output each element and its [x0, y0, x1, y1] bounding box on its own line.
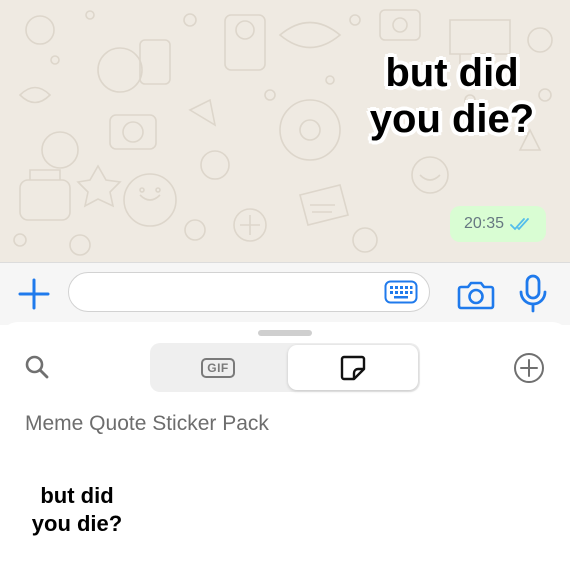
sticker-item-line: but did	[40, 483, 114, 508]
message-input[interactable]	[68, 272, 430, 312]
double-check-icon	[510, 218, 529, 231]
sticker-item-line: you die?	[31, 511, 123, 536]
sticker-message[interactable]: but did you die?	[352, 50, 552, 142]
plus-icon[interactable]	[16, 277, 52, 311]
microphone-icon[interactable]	[518, 274, 548, 314]
sticker-pack-title: Meme Quote Sticker Pack	[25, 412, 269, 435]
chat-area: but did you die? 20:35	[0, 0, 570, 262]
search-icon[interactable]	[24, 354, 50, 380]
sticker-message-line: you die?	[369, 97, 535, 141]
sticker-icon	[340, 355, 366, 380]
add-sticker-pack-icon[interactable]	[513, 352, 545, 384]
tab-gif[interactable]: GIF	[150, 343, 286, 392]
camera-icon[interactable]	[457, 277, 495, 311]
sticker-picker-panel: GIF Meme Quote Sticker Pack but did you …	[0, 322, 570, 567]
drag-handle[interactable]	[258, 330, 312, 336]
picker-tab-switcher: GIF	[150, 343, 420, 392]
message-time: 20:35	[463, 215, 505, 232]
message-timestamp-bubble: 20:35	[450, 206, 546, 242]
keyboard-icon[interactable]	[384, 280, 418, 304]
composer-bar	[0, 262, 570, 325]
sticker-item[interactable]: but did you die?	[18, 482, 136, 538]
tab-stickers[interactable]	[288, 345, 418, 390]
gif-icon: GIF	[201, 357, 235, 378]
sticker-message-line: but did	[385, 51, 519, 95]
